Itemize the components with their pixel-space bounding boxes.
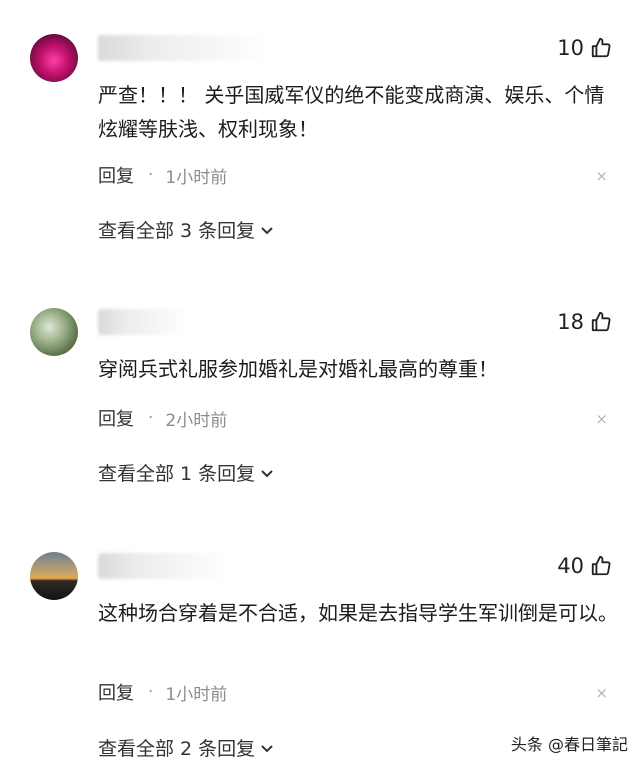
comment-meta: 回复 · 1小时前 (98, 679, 227, 705)
close-icon[interactable]: × (595, 684, 608, 702)
username-blurred[interactable] (98, 553, 228, 579)
reply-button[interactable]: 回复 (98, 162, 134, 188)
reply-button[interactable]: 回复 (98, 679, 134, 705)
avatar[interactable] (30, 552, 78, 600)
timestamp: 1小时前 (165, 684, 228, 705)
reply-button[interactable]: 回复 (98, 405, 134, 431)
chevron-down-icon (261, 226, 273, 234)
thumbs-up-icon (591, 37, 611, 58)
chevron-down-icon (261, 469, 273, 477)
comment-text: 严查！！！ 关乎国威军仪的绝不能变成商演、娱乐、个情炫耀等肤浅、权利现象！ (98, 83, 605, 141)
thumbs-up-icon (591, 555, 611, 576)
timestamp: 2小时前 (165, 410, 228, 431)
avatar[interactable] (30, 34, 78, 82)
chevron-down-icon (261, 744, 273, 752)
separator-dot: · (148, 682, 154, 702)
comment-text: 穿阅兵式礼服参加婚礼是对婚礼最高的尊重！ (98, 357, 498, 381)
close-icon[interactable]: × (595, 410, 608, 428)
username-blurred[interactable] (98, 35, 268, 61)
thumbs-up-icon (591, 311, 611, 332)
view-replies-button[interactable]: 查看全部 2 条回复 (98, 734, 275, 761)
like-count: 18 (557, 310, 584, 334)
view-replies-label: 查看全部 1 条回复 (98, 463, 256, 485)
comment-text: 这种场合穿着是不合适，如果是去指导学生军训倒是可以。 (98, 601, 618, 625)
view-replies-button[interactable]: 查看全部 3 条回复 (98, 216, 275, 243)
timestamp: 1小时前 (165, 167, 228, 188)
comment-meta: 回复 · 1小时前 (98, 162, 227, 188)
like-button[interactable]: 10 (557, 36, 612, 60)
view-replies-button[interactable]: 查看全部 1 条回复 (98, 459, 275, 486)
like-button[interactable]: 40 (557, 554, 612, 578)
avatar[interactable] (30, 308, 78, 356)
comment-meta: 回复 · 2小时前 (98, 405, 227, 431)
like-button[interactable]: 18 (557, 310, 612, 334)
separator-dot: · (148, 165, 154, 185)
view-replies-label: 查看全部 3 条回复 (98, 220, 256, 242)
separator-dot: · (148, 408, 154, 428)
source-watermark: 头条 @春日筆記 (510, 735, 628, 754)
like-count: 10 (557, 36, 584, 60)
view-replies-label: 查看全部 2 条回复 (98, 738, 256, 760)
like-count: 40 (557, 554, 584, 578)
close-icon[interactable]: × (595, 167, 608, 185)
username-blurred[interactable] (98, 309, 188, 335)
